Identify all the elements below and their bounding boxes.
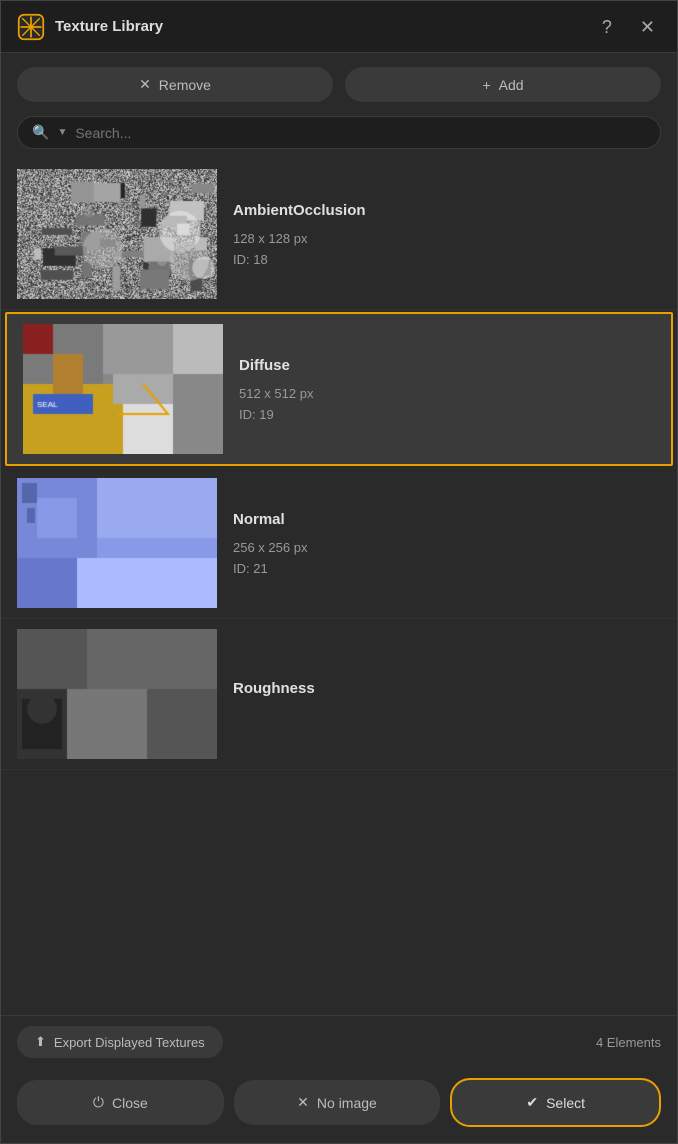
texture-item-diffuse[interactable]: Diffuse 512 x 512 px ID: 19 [5,312,673,466]
texture-list: AmbientOcclusion 128 x 128 px ID: 18 Dif… [1,159,677,1015]
select-button[interactable]: ✔ Select [450,1078,661,1127]
add-icon: + [482,77,490,93]
select-label: Select [546,1095,585,1111]
export-label: Export Displayed Textures [54,1035,205,1050]
power-icon: ⏻ [93,1094,104,1111]
close-button[interactable]: ⏻ Close [17,1080,224,1125]
texture-thumb-normal [17,478,217,608]
title-bar-left: Texture Library [17,13,163,41]
texture-thumb-ambient-occlusion [17,169,217,299]
add-button[interactable]: + Add [345,67,661,102]
bottom-bar: ⬆ Export Displayed Textures 4 Elements [1,1015,677,1068]
texture-name-roughness: Roughness [233,680,661,697]
texture-thumb-roughness [17,629,217,759]
search-input[interactable] [75,125,646,141]
select-icon: ✔ [526,1094,538,1111]
help-button[interactable]: ? [596,16,618,38]
no-image-icon: ✕ [297,1094,309,1111]
texture-info-roughness: Roughness [233,676,661,713]
no-image-label: No image [317,1095,377,1111]
normal-texture-canvas [17,478,217,608]
texture-name-diffuse: Diffuse [239,357,655,374]
add-label: Add [499,77,524,93]
close-window-button[interactable]: ✕ [634,16,661,38]
roughness-texture-canvas [17,629,217,759]
close-label: Close [112,1095,148,1111]
texture-name-normal: Normal [233,511,661,528]
texture-library-window: Texture Library ? ✕ ✕ Remove + Add 🔍 ▼ [0,0,678,1144]
title-bar-right: ? ✕ [596,16,661,38]
texture-info-diffuse: Diffuse 512 x 512 px ID: 19 [239,353,655,426]
window-title: Texture Library [55,18,163,35]
export-button[interactable]: ⬆ Export Displayed Textures [17,1026,223,1058]
texture-info-ambient-occlusion: AmbientOcclusion 128 x 128 px ID: 18 [233,198,661,271]
action-bar: ⏻ Close ✕ No image ✔ Select [1,1068,677,1143]
texture-name-ambient-occlusion: AmbientOcclusion [233,202,661,219]
remove-icon: ✕ [139,76,151,93]
search-icon: 🔍 [32,124,49,141]
texture-item-roughness[interactable]: Roughness [1,619,677,770]
texture-size-diffuse: 512 x 512 px [239,386,655,401]
texture-item-ambient-occlusion[interactable]: AmbientOcclusion 128 x 128 px ID: 18 [1,159,677,310]
texture-id-normal: ID: 21 [233,561,661,576]
texture-id-diffuse: ID: 19 [239,407,655,422]
texture-thumb-diffuse [23,324,223,454]
remove-button[interactable]: ✕ Remove [17,67,333,102]
ao-texture-canvas [17,169,217,299]
no-image-button[interactable]: ✕ No image [234,1080,441,1125]
texture-item-normal[interactable]: Normal 256 x 256 px ID: 21 [1,468,677,619]
elements-count: 4 Elements [596,1035,661,1050]
filter-dropdown-icon[interactable]: ▼ [57,127,67,138]
export-icon: ⬆ [35,1034,46,1050]
remove-label: Remove [159,77,211,93]
toolbar: ✕ Remove + Add [1,53,677,116]
texture-size-ambient-occlusion: 128 x 128 px [233,231,661,246]
diffuse-texture-canvas [23,324,223,454]
texture-info-normal: Normal 256 x 256 px ID: 21 [233,507,661,580]
texture-id-ambient-occlusion: ID: 18 [233,252,661,267]
texture-size-normal: 256 x 256 px [233,540,661,555]
app-logo-icon [17,13,45,41]
search-bar[interactable]: 🔍 ▼ [17,116,661,149]
title-bar: Texture Library ? ✕ [1,1,677,53]
